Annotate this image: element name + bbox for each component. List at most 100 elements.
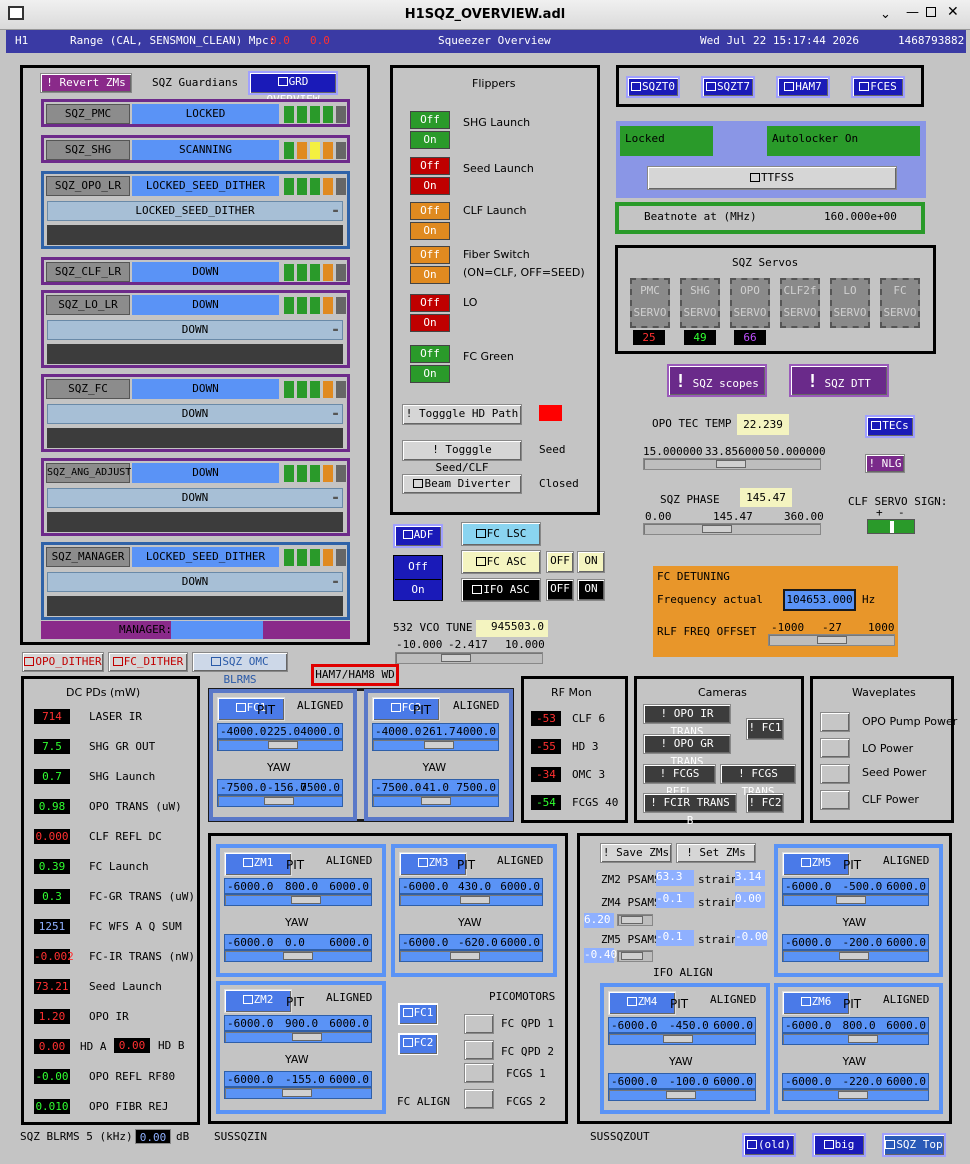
guardian-ang-name[interactable]: SQZ_ANG_ADJUST <box>46 463 131 483</box>
slider-thumb[interactable] <box>621 952 643 960</box>
set-zms-button[interactable]: ! Set ZMs <box>676 843 756 863</box>
guardian-pmc-name[interactable]: SQZ_PMC <box>46 104 130 124</box>
toggle-hd-path-button[interactable]: ! Togggle HD Path <box>402 404 522 425</box>
shg-launch-toggle[interactable]: Off On <box>410 111 450 151</box>
opo-dither-button[interactable]: OPO_DITHER <box>22 652 104 672</box>
slider-thumb[interactable] <box>663 1035 693 1043</box>
ttfss-button[interactable]: TTFSS <box>647 166 897 190</box>
sqzt0-button[interactable]: SQZT0 <box>626 76 680 98</box>
off-button[interactable]: Off <box>410 294 450 312</box>
off-button[interactable]: Off <box>410 202 450 220</box>
slider-thumb[interactable] <box>702 525 732 533</box>
off-button[interactable]: Off <box>410 246 450 264</box>
shg-servo-button[interactable]: SHG SERVO <box>680 278 720 328</box>
sqz-phase-slider[interactable] <box>643 523 821 535</box>
minimize-icon[interactable]: — <box>906 5 919 20</box>
revert-zms-button[interactable]: ! Revert ZMs <box>40 73 132 93</box>
slider-thumb[interactable] <box>292 1033 322 1041</box>
yaw-slider[interactable] <box>399 950 543 962</box>
slider-thumb[interactable] <box>264 797 294 805</box>
clf-servo-sign-switch[interactable] <box>867 519 915 534</box>
pit-slider[interactable] <box>399 894 543 906</box>
toggle-seed-clf-button[interactable]: ! Togggle Seed/CLF <box>402 440 522 474</box>
slider-thumb[interactable] <box>268 741 298 749</box>
guardian-fc-select[interactable]: DOWN <box>47 404 343 424</box>
vco-tune-slider[interactable] <box>395 652 543 664</box>
slider-thumb[interactable] <box>836 896 866 904</box>
seed-power-button[interactable] <box>820 764 850 784</box>
yaw-slider[interactable] <box>608 1089 756 1101</box>
clf2f-servo-button[interactable]: CLF2f SERVO <box>780 278 820 328</box>
clf-launch-toggle[interactable]: Off On <box>410 202 450 242</box>
adf-off-button[interactable]: Off <box>395 557 441 577</box>
guardian-ang-select[interactable]: DOWN <box>47 488 343 508</box>
guardian-shg-name[interactable]: SQZ_SHG <box>46 140 130 160</box>
guardian-opo-name[interactable]: SQZ_OPO_LR <box>46 176 130 196</box>
slider-thumb[interactable] <box>421 797 451 805</box>
fc-servo-button[interactable]: FC SERVO <box>880 278 920 328</box>
nlg-button[interactable]: ! NLG <box>865 454 905 473</box>
fc1-picomotor-button[interactable]: FC1 <box>398 1003 438 1025</box>
on-button[interactable]: On <box>410 131 450 149</box>
fcgs-trans-camera-button[interactable]: ! FCGS TRANS <box>720 764 796 798</box>
slider-thumb[interactable] <box>450 952 480 960</box>
pit-slider[interactable] <box>224 894 372 906</box>
slider-thumb[interactable] <box>848 1035 878 1043</box>
guardian-lo-select[interactable]: DOWN <box>47 320 343 340</box>
sqz-scopes-button[interactable]: ! SQZ scopes <box>667 364 767 397</box>
slider-thumb[interactable] <box>839 952 869 960</box>
slider-thumb[interactable] <box>283 952 313 960</box>
fc-asc-on-button[interactable]: ON <box>577 551 605 573</box>
fc-qpd1-picomotor-button[interactable] <box>464 1014 494 1034</box>
fc-dither-button[interactable]: FC_DITHER <box>108 652 188 672</box>
slider-thumb[interactable] <box>282 1089 312 1097</box>
slider-thumb[interactable] <box>838 1091 868 1099</box>
fcgs-refl-camera-button[interactable]: ! FCGS REFL <box>643 764 716 798</box>
fiber-switch-toggle[interactable]: Off On <box>410 246 450 286</box>
adf-on-button[interactable]: On <box>395 579 441 599</box>
opo-gr-trans-camera-button[interactable]: ! OPO GR TRANS <box>643 734 731 768</box>
fces-button[interactable]: FCES <box>851 76 905 98</box>
sqz-top-button[interactable]: SQZ Top <box>882 1133 946 1157</box>
yaw-slider[interactable] <box>372 795 499 807</box>
on-button[interactable]: On <box>410 365 450 383</box>
zm6-button[interactable]: ZM6 <box>782 991 850 1015</box>
slider-thumb[interactable] <box>666 1091 696 1099</box>
seed-launch-toggle[interactable]: Off On <box>410 157 450 197</box>
slider-thumb[interactable] <box>460 896 490 904</box>
guardian-clf-name[interactable]: SQZ_CLF_LR <box>46 262 130 282</box>
ifo-asc-off-button[interactable]: OFF <box>546 579 574 601</box>
opo-pump-power-button[interactable] <box>820 712 850 732</box>
zm5-psams-slider[interactable] <box>617 950 653 962</box>
off-button[interactable]: Off <box>410 157 450 175</box>
ham7-button[interactable]: HAM7 <box>776 76 830 98</box>
maximize-icon[interactable] <box>926 7 936 17</box>
beam-diverter-button[interactable]: Beam Diverter <box>402 474 522 494</box>
slider-thumb[interactable] <box>621 916 643 924</box>
guardian-manager-select[interactable]: DOWN <box>47 572 343 592</box>
collapse-icon[interactable]: ⌄ <box>880 7 891 22</box>
fc-asc-off-button[interactable]: OFF <box>546 551 574 573</box>
zm5-button[interactable]: ZM5 <box>782 852 850 876</box>
fc-lsc-button[interactable]: FC LSC <box>461 522 541 546</box>
zm1-button[interactable]: ZM1 <box>224 852 292 876</box>
adf-button[interactable]: ADF <box>393 524 443 548</box>
big-button[interactable]: big <box>812 1133 866 1157</box>
sqzt7-button[interactable]: SQZT7 <box>701 76 755 98</box>
fcgs2-picomotor-button[interactable] <box>464 1089 494 1109</box>
slider-thumb[interactable] <box>441 654 471 662</box>
slider-thumb[interactable] <box>291 896 321 904</box>
off-button[interactable]: Off <box>410 345 450 363</box>
pit-slider[interactable] <box>608 1033 756 1045</box>
tecs-button[interactable]: TECs <box>865 415 915 438</box>
opo-servo-button[interactable]: OPO SERVO <box>730 278 770 328</box>
lo-power-button[interactable] <box>820 738 850 758</box>
slider-thumb[interactable] <box>424 741 454 749</box>
clf-power-button[interactable] <box>820 790 850 810</box>
switch-knob[interactable] <box>890 521 894 533</box>
on-button[interactable]: On <box>410 266 450 284</box>
guardian-fc-name[interactable]: SQZ_FC <box>46 379 130 399</box>
zm4-psams-slider[interactable] <box>617 914 653 926</box>
slider-thumb[interactable] <box>817 636 847 644</box>
yaw-slider[interactable] <box>782 950 929 962</box>
